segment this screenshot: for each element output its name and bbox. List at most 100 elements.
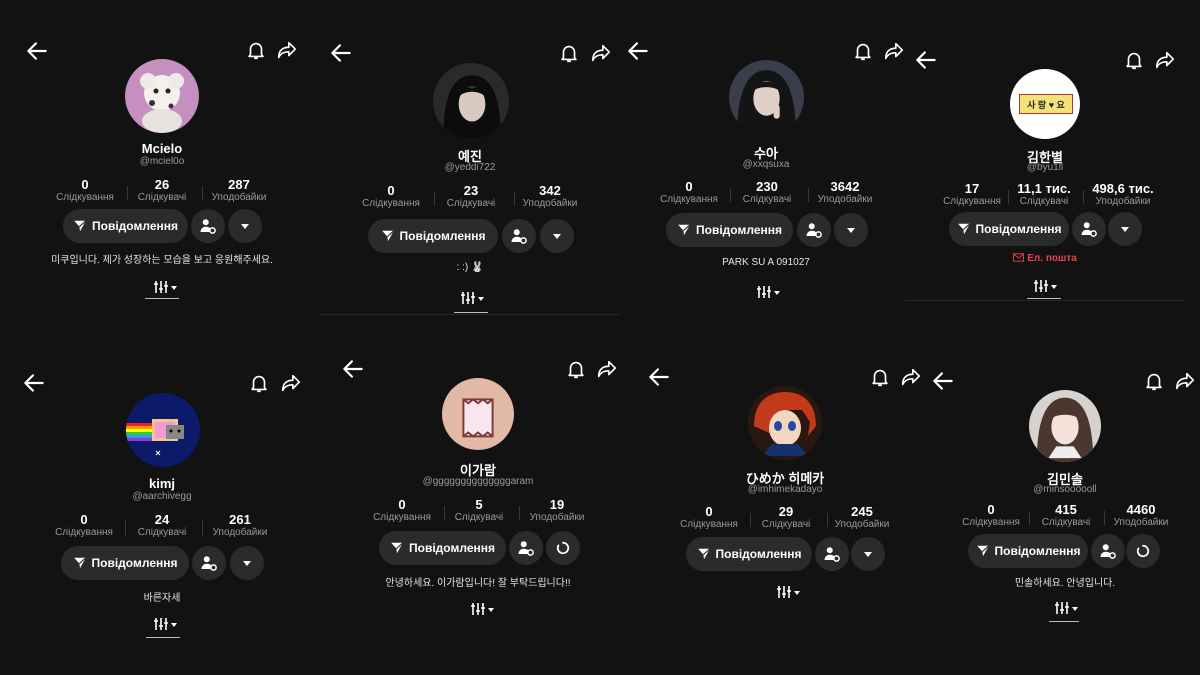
person-gear-icon bbox=[1081, 222, 1097, 237]
stat-followers[interactable]: 23 Слідкувачі bbox=[433, 183, 509, 210]
stat-likes[interactable]: 261 Уподобайки bbox=[202, 512, 278, 539]
followers-label: Слідкувачі bbox=[742, 194, 792, 205]
avatar[interactable] bbox=[125, 59, 199, 133]
message-button[interactable]: Повідомлення bbox=[63, 209, 188, 243]
followers-count: 29 bbox=[778, 504, 794, 519]
following-count: 0 bbox=[387, 183, 395, 198]
stat-followers[interactable]: 5 Слідкувачі bbox=[441, 497, 517, 524]
following-label: Слідкування bbox=[362, 198, 420, 209]
bell-icon[interactable] bbox=[869, 366, 891, 388]
stat-following[interactable]: 0 Слідкування bbox=[364, 497, 440, 524]
stat-following[interactable]: 17 Слідкування bbox=[934, 181, 1010, 208]
loading-button[interactable] bbox=[1126, 534, 1160, 568]
share-arrow-icon[interactable] bbox=[1153, 49, 1177, 71]
stat-following[interactable]: 0 Слідкування bbox=[47, 177, 123, 204]
avatar[interactable] bbox=[1029, 390, 1101, 462]
avatar[interactable] bbox=[729, 60, 804, 135]
grid-bars-icon[interactable] bbox=[775, 585, 803, 599]
stat-followers[interactable]: 415 Слідкувачі bbox=[1028, 502, 1104, 529]
back-arrow-icon[interactable] bbox=[21, 370, 47, 396]
profile-handle: @minsoooooll bbox=[1033, 484, 1097, 495]
email-link[interactable]: Ел. пошта bbox=[895, 253, 1195, 264]
stat-likes[interactable]: 342 Уподобайки bbox=[512, 183, 588, 210]
message-button[interactable]: Повідомлення bbox=[949, 212, 1069, 246]
likes-count: 342 bbox=[539, 183, 561, 198]
suggestions-dropdown-button[interactable] bbox=[228, 209, 262, 243]
bell-icon[interactable] bbox=[852, 40, 874, 62]
follow-settings-button[interactable] bbox=[815, 537, 849, 571]
bell-icon[interactable] bbox=[245, 39, 267, 61]
stat-likes[interactable]: 4460 Уподобайки bbox=[1103, 502, 1179, 529]
message-button[interactable]: Повідомлення bbox=[61, 546, 189, 580]
share-arrow-icon[interactable] bbox=[899, 366, 923, 388]
suggestions-dropdown-button[interactable] bbox=[1108, 212, 1142, 246]
follow-settings-button[interactable] bbox=[509, 531, 543, 565]
back-arrow-icon[interactable] bbox=[646, 364, 672, 390]
stat-likes[interactable]: 3642 Уподобайки bbox=[807, 179, 883, 206]
follow-settings-button[interactable] bbox=[191, 209, 225, 243]
loading-button[interactable] bbox=[546, 531, 580, 565]
suggestions-dropdown-button[interactable] bbox=[230, 546, 264, 580]
suggestions-dropdown-button[interactable] bbox=[540, 219, 574, 253]
share-arrow-icon[interactable] bbox=[275, 39, 299, 61]
grid-bars-icon[interactable] bbox=[755, 285, 783, 299]
share-arrow-icon[interactable] bbox=[1173, 370, 1197, 392]
message-button[interactable]: Повідомлення bbox=[379, 531, 506, 565]
back-arrow-icon[interactable] bbox=[340, 356, 366, 382]
grid-bars-icon[interactable] bbox=[1053, 601, 1081, 615]
stat-following[interactable]: 0 Слідкування bbox=[671, 504, 747, 531]
suggestions-dropdown-button[interactable] bbox=[834, 213, 868, 247]
share-arrow-icon[interactable] bbox=[589, 42, 613, 64]
back-arrow-icon[interactable] bbox=[913, 47, 939, 73]
avatar[interactable] bbox=[748, 386, 822, 460]
bell-icon[interactable] bbox=[1143, 370, 1165, 392]
paper-plane-icon bbox=[957, 223, 970, 235]
stat-followers[interactable]: 11,1 тис. Слідкувачі bbox=[1006, 181, 1082, 208]
stat-likes[interactable]: 245 Уподобайки bbox=[824, 504, 900, 531]
stat-followers[interactable]: 230 Слідкувачі bbox=[729, 179, 805, 206]
share-arrow-icon[interactable] bbox=[882, 40, 906, 62]
stat-following[interactable]: 0 Слідкування bbox=[953, 502, 1029, 529]
message-button[interactable]: Повідомлення bbox=[666, 213, 793, 247]
bell-icon[interactable] bbox=[1123, 49, 1145, 71]
bell-icon[interactable] bbox=[558, 42, 580, 64]
grid-bars-icon[interactable] bbox=[459, 291, 487, 305]
follow-settings-button[interactable] bbox=[797, 213, 831, 247]
back-arrow-icon[interactable] bbox=[24, 38, 50, 64]
follow-settings-button[interactable] bbox=[1091, 534, 1125, 568]
following-count: 0 bbox=[987, 502, 995, 517]
suggestions-dropdown-button[interactable] bbox=[851, 537, 885, 571]
grid-bars-icon[interactable] bbox=[469, 602, 497, 616]
grid-bars-icon[interactable] bbox=[1032, 279, 1060, 293]
stat-following[interactable]: 0 Слідкування bbox=[651, 179, 727, 206]
grid-bars-icon[interactable] bbox=[152, 280, 180, 294]
message-button[interactable]: Повідомлення bbox=[968, 534, 1088, 568]
stat-likes[interactable]: 19 Уподобайки bbox=[519, 497, 595, 524]
stat-following[interactable]: 0 Слідкування bbox=[353, 183, 429, 210]
follow-settings-button[interactable] bbox=[1072, 212, 1106, 246]
grid-bars-icon[interactable] bbox=[152, 617, 180, 631]
stat-likes[interactable]: 498,6 тис. Уподобайки bbox=[1081, 181, 1165, 208]
avatar[interactable]: 사 랑 ♥ 요 bbox=[1010, 69, 1080, 139]
stat-followers[interactable]: 29 Слідкувачі bbox=[748, 504, 824, 531]
share-arrow-icon[interactable] bbox=[279, 372, 303, 394]
profile-handle: @byu1ll bbox=[1026, 162, 1064, 173]
back-arrow-icon[interactable] bbox=[930, 368, 956, 394]
back-arrow-icon[interactable] bbox=[625, 38, 651, 64]
stat-following[interactable]: 0 Слідкування bbox=[46, 512, 122, 539]
avatar[interactable] bbox=[442, 378, 514, 450]
message-button[interactable]: Повідомлення bbox=[686, 537, 812, 571]
back-arrow-icon[interactable] bbox=[328, 40, 354, 66]
share-arrow-icon[interactable] bbox=[595, 358, 619, 380]
avatar[interactable] bbox=[126, 393, 200, 467]
avatar[interactable] bbox=[433, 63, 509, 139]
stat-followers[interactable]: 24 Слідкувачі bbox=[124, 512, 200, 539]
message-button[interactable]: Повідомлення bbox=[368, 219, 498, 253]
bell-icon[interactable] bbox=[565, 358, 587, 380]
bell-icon[interactable] bbox=[248, 372, 270, 394]
stat-followers[interactable]: 26 Слідкувачі bbox=[124, 177, 200, 204]
stat-likes[interactable]: 287 Уподобайки bbox=[201, 177, 277, 204]
follow-settings-button[interactable] bbox=[502, 219, 536, 253]
follow-settings-button[interactable] bbox=[192, 546, 226, 580]
profile-handle: @mciel0o bbox=[139, 156, 185, 167]
